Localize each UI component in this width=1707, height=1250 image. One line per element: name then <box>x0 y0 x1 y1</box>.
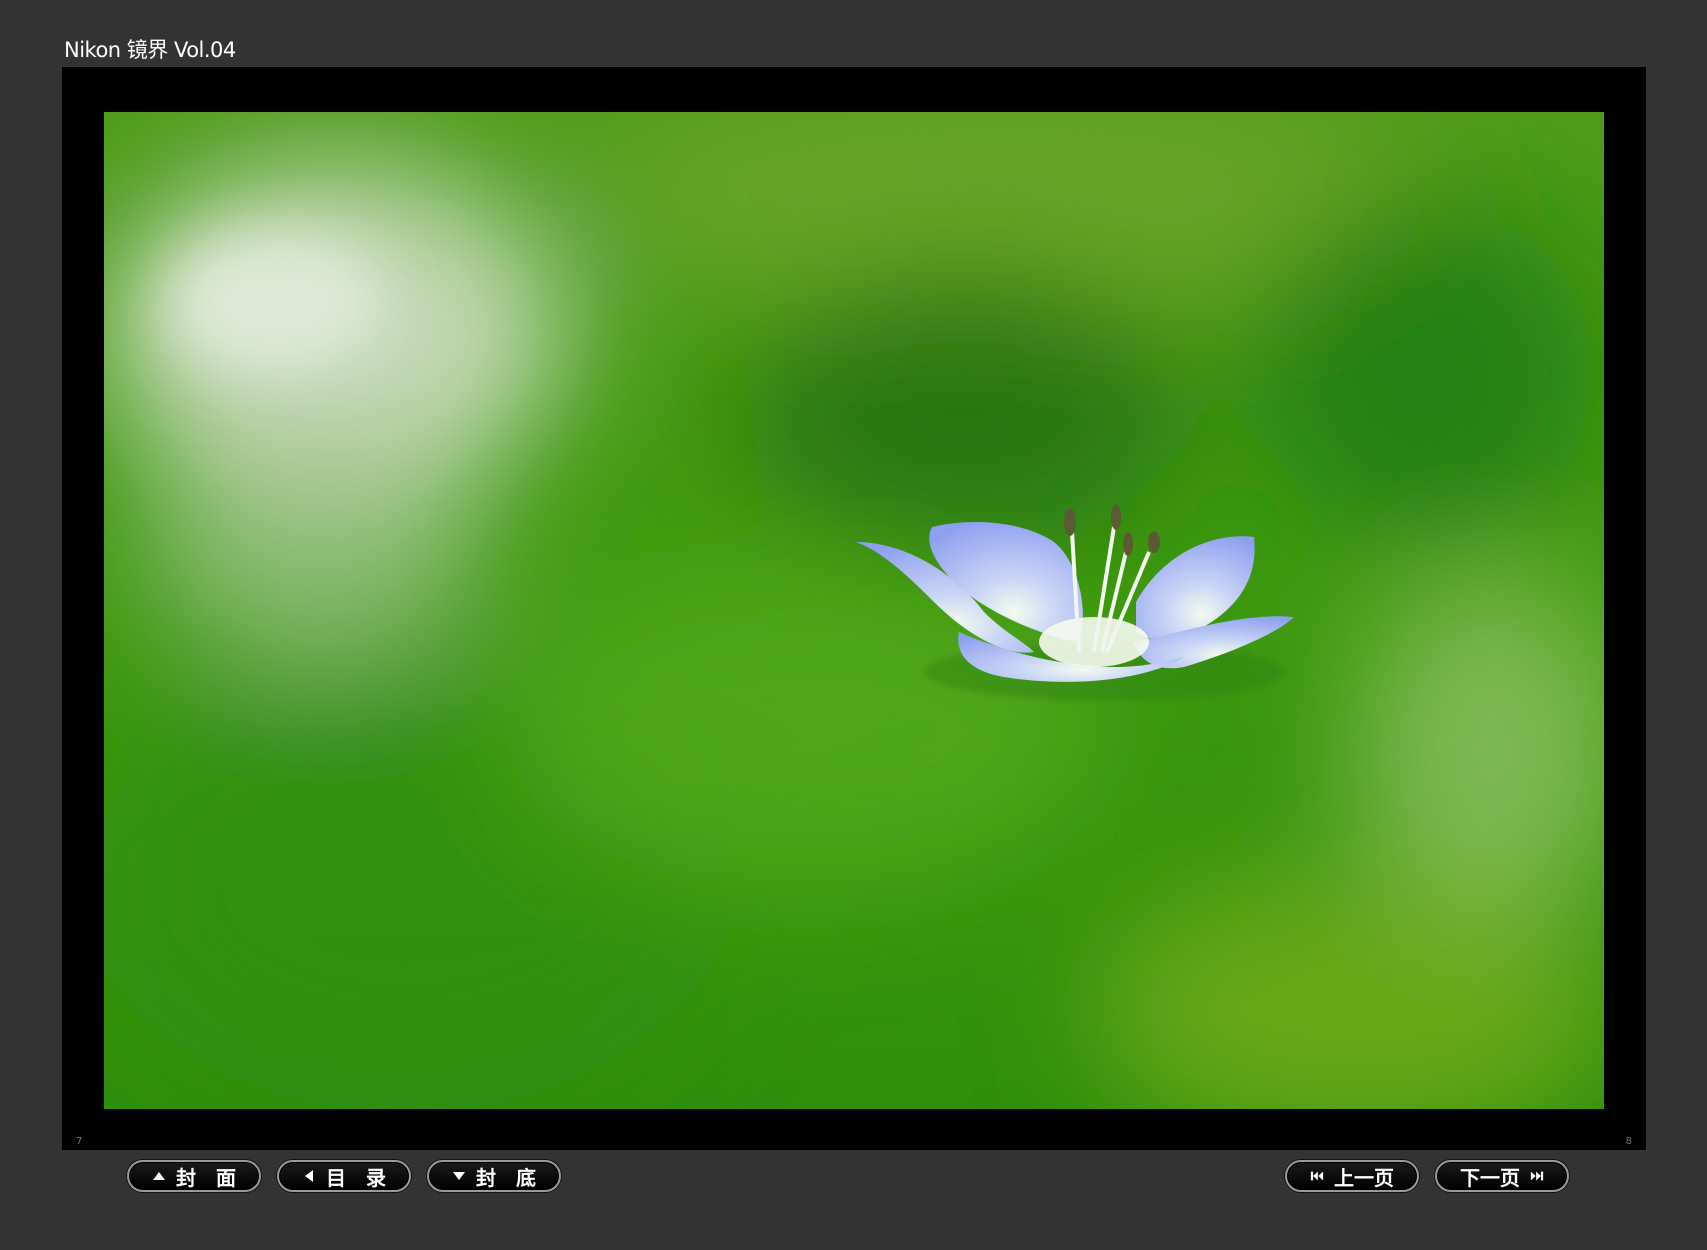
skip-back-icon <box>1310 1169 1324 1183</box>
next-page-button[interactable]: 下一页 <box>1435 1160 1569 1192</box>
left-page-number: 7 <box>76 1136 83 1147</box>
prev-page-button[interactable]: 上一页 <box>1285 1160 1419 1192</box>
skip-forward-icon <box>1530 1169 1544 1183</box>
toc-button[interactable]: 目 录 <box>277 1160 411 1192</box>
toc-button-label: 目 录 <box>326 1165 386 1190</box>
back-cover-button[interactable]: 封 底 <box>427 1160 561 1192</box>
photo-frame: 7 8 <box>62 67 1646 1150</box>
triangle-left-icon <box>302 1169 316 1183</box>
triangle-up-icon <box>152 1169 166 1183</box>
flower-photo <box>104 112 1604 1109</box>
flower-photo-image <box>104 112 1604 1109</box>
back-cover-button-label: 封 底 <box>476 1165 536 1190</box>
triangle-down-icon <box>452 1169 466 1183</box>
cover-button-label: 封 面 <box>176 1165 236 1190</box>
next-page-button-label: 下一页 <box>1460 1165 1520 1190</box>
right-page-number: 8 <box>1625 1136 1632 1147</box>
cover-button[interactable]: 封 面 <box>127 1160 261 1192</box>
page-title: Nikon 镜界 Vol.04 <box>64 38 236 62</box>
prev-page-button-label: 上一页 <box>1334 1165 1394 1190</box>
